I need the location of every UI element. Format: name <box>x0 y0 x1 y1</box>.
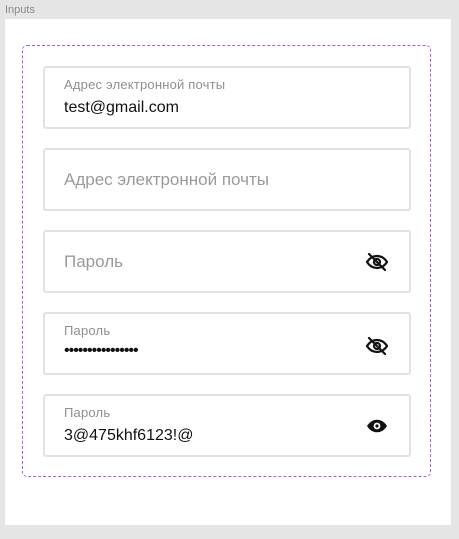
email-field-label: Адрес электронной почты <box>64 77 226 92</box>
password-field-visible[interactable]: Пароль 3@475khf6123!@ <box>43 394 411 457</box>
password-field-value[interactable]: •••••••••••••••• <box>64 342 139 360</box>
inputs-frame: Адрес электронной почты test@gmail.com А… <box>5 19 451 525</box>
email-field-empty[interactable]: Адрес электронной почты <box>43 148 411 211</box>
eye-off-icon[interactable] <box>365 250 389 274</box>
password-field-label: Пароль <box>64 405 111 420</box>
eye-icon[interactable] <box>365 414 389 438</box>
frame-title: Inputs <box>5 4 35 16</box>
email-field-value[interactable]: test@gmail.com <box>64 99 179 117</box>
password-field-empty[interactable]: Пароль <box>43 230 411 293</box>
password-field-label: Пароль <box>64 323 111 338</box>
email-field-placeholder: Адрес электронной почты <box>64 170 269 189</box>
password-field-masked[interactable]: Пароль •••••••••••••••• <box>43 312 411 375</box>
email-field-filled[interactable]: Адрес электронной почты test@gmail.com <box>43 66 411 129</box>
password-field-value[interactable]: 3@475khf6123!@ <box>64 427 193 445</box>
eye-off-icon[interactable] <box>365 334 389 358</box>
password-field-placeholder: Пароль <box>64 252 123 271</box>
